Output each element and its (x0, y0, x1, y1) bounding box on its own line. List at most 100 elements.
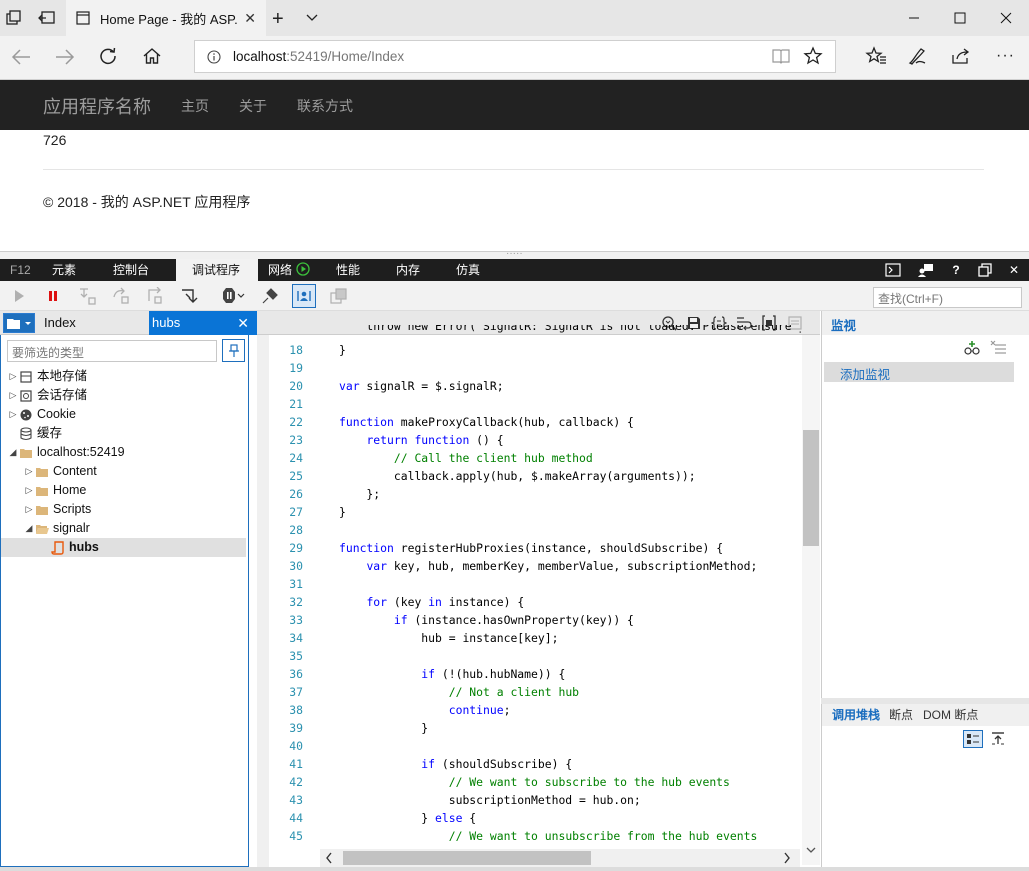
code-text: if (shouldSubscribe) { (421, 757, 573, 771)
web-note-icon[interactable] (907, 46, 927, 66)
maximize-icon[interactable] (937, 0, 983, 36)
tab-debugger[interactable]: 调试程序 (176, 259, 258, 281)
code-line: 36 if (!(hub.hubName)) { (0, 665, 802, 683)
console-drawer-icon[interactable] (885, 262, 901, 278)
line-number: 25 (289, 469, 303, 483)
continue-icon[interactable] (9, 287, 29, 305)
doc-tab-index[interactable]: Index (38, 311, 150, 335)
set-aside-icon[interactable] (38, 10, 56, 26)
disconnect-debugger-icon[interactable] (260, 287, 280, 305)
code-text: } (339, 721, 429, 735)
refresh-icon[interactable] (98, 46, 118, 66)
tab-list-icon[interactable] (6, 10, 22, 26)
scroll-down-icon[interactable] (806, 846, 816, 854)
line-number: 32 (289, 595, 303, 609)
just-my-code-icon[interactable] (292, 284, 316, 308)
new-tab-icon[interactable]: + (272, 8, 284, 31)
url-text: localhost:52419/Home/Index (233, 49, 405, 64)
chevron-down-icon[interactable] (305, 10, 319, 24)
code-text: // Not a client hub (448, 685, 580, 699)
scroll-right-icon[interactable] (783, 852, 791, 864)
undock-icon[interactable] (977, 262, 993, 278)
address-bar[interactable]: localhost:52419/Home/Index (194, 40, 836, 73)
line-number: 46 (269, 845, 303, 849)
code-vertical-scrollbar[interactable] (802, 335, 820, 865)
page-icon (76, 11, 90, 25)
delete-all-watches-icon[interactable] (990, 340, 1008, 356)
line-number: 21 (289, 397, 303, 411)
break-on-new-worker-icon[interactable] (181, 287, 201, 305)
line-number: 38 (289, 703, 303, 717)
tab-elements[interactable]: 元素 (42, 259, 86, 281)
tab-breakpoints[interactable]: 断点 (889, 706, 913, 723)
code-text: // Call the client hub method (393, 451, 593, 465)
close-icon[interactable]: ✕ (244, 10, 256, 27)
close-devtools-icon[interactable]: ✕ (1006, 262, 1022, 278)
tab-memory[interactable]: 内存 (386, 259, 430, 281)
nav-home[interactable]: 主页 (181, 96, 209, 116)
close-icon[interactable]: ✕ (237, 311, 249, 335)
code-line: 31 (0, 575, 802, 593)
code-line: 34 hub = instance[key]; (0, 629, 802, 647)
share-icon[interactable] (950, 46, 972, 66)
tab-performance[interactable]: 性能 (326, 259, 370, 281)
tab-console[interactable]: 控制台 (103, 259, 159, 281)
tab-callstack[interactable]: 调用堆栈 (832, 706, 880, 723)
step-out-icon[interactable] (146, 287, 166, 305)
add-watch-item[interactable]: 添加监视 (824, 362, 1014, 382)
tab-dom-breakpoints[interactable]: DOM 断点 (923, 706, 978, 723)
code-line: 39 } (0, 719, 802, 737)
tab-emulation[interactable]: 仿真 (446, 259, 490, 281)
step-over-icon[interactable] (112, 287, 132, 305)
network-record-icon (296, 262, 310, 276)
code-line: 28 (0, 521, 802, 539)
doc-tab-hubs[interactable]: hubs ✕ (149, 311, 257, 335)
line-number: 36 (289, 667, 303, 681)
info-icon (207, 49, 221, 64)
close-window-icon[interactable] (983, 0, 1029, 36)
back-icon[interactable] (10, 47, 32, 67)
favorite-star-icon[interactable] (803, 46, 823, 66)
help-icon[interactable]: ? (948, 262, 964, 278)
step-into-icon[interactable] (78, 287, 98, 305)
line-number: 41 (289, 757, 303, 771)
line-number: 22 (289, 415, 303, 429)
add-watch-glasses-icon[interactable] (964, 340, 982, 356)
page-count-value: 726 (43, 132, 67, 148)
watch-title[interactable]: 监视 (831, 315, 856, 334)
site-brand[interactable]: 应用程序名称 (43, 93, 151, 119)
minimize-icon[interactable] (891, 0, 937, 36)
reading-view-icon[interactable] (771, 47, 791, 65)
code-line: 38 continue; (0, 701, 802, 719)
feedback-icon[interactable] (918, 262, 934, 278)
pause-icon[interactable] (43, 287, 63, 305)
more-icon[interactable]: ··· (996, 48, 1015, 64)
toggle-file-pane-button[interactable] (3, 313, 35, 333)
vertical-scroll-thumb[interactable] (803, 430, 819, 546)
code-line: 27} (0, 503, 802, 521)
nav-about[interactable]: 关于 (239, 96, 267, 116)
code-line: 32 for (key in instance) { (0, 593, 802, 611)
tab-title: Home Page - 我的 ASP. (100, 11, 238, 27)
line-number: 35 (289, 649, 303, 663)
clear-breakpoints-icon[interactable] (329, 287, 349, 305)
show-async-icon[interactable] (990, 730, 1006, 746)
devtools-f12-label: F12 (10, 263, 31, 277)
home-icon[interactable] (142, 46, 162, 66)
nav-contact[interactable]: 联系方式 (297, 96, 353, 116)
line-number: 18 (289, 343, 303, 357)
code-text: function makeProxyCallback(hub, callback… (339, 415, 634, 429)
browser-tab-home[interactable]: Home Page - 我的 ASP. ✕ (66, 0, 266, 36)
scroll-left-icon[interactable] (325, 852, 333, 864)
favorites-hub-icon[interactable] (865, 46, 887, 66)
exception-behavior-icon[interactable] (217, 287, 245, 305)
find-input[interactable]: 查找(Ctrl+F) (873, 287, 1022, 308)
code-text: return function () { (366, 433, 504, 447)
horizontal-scroll-thumb[interactable] (343, 851, 591, 865)
footer-divider (43, 169, 984, 170)
code-line: 45 // We want to unsubscribe from the hu… (0, 827, 802, 845)
show-frames-icon[interactable] (963, 730, 983, 748)
line-number: 27 (289, 505, 303, 519)
line-number: 26 (289, 487, 303, 501)
forward-icon[interactable] (54, 47, 76, 67)
